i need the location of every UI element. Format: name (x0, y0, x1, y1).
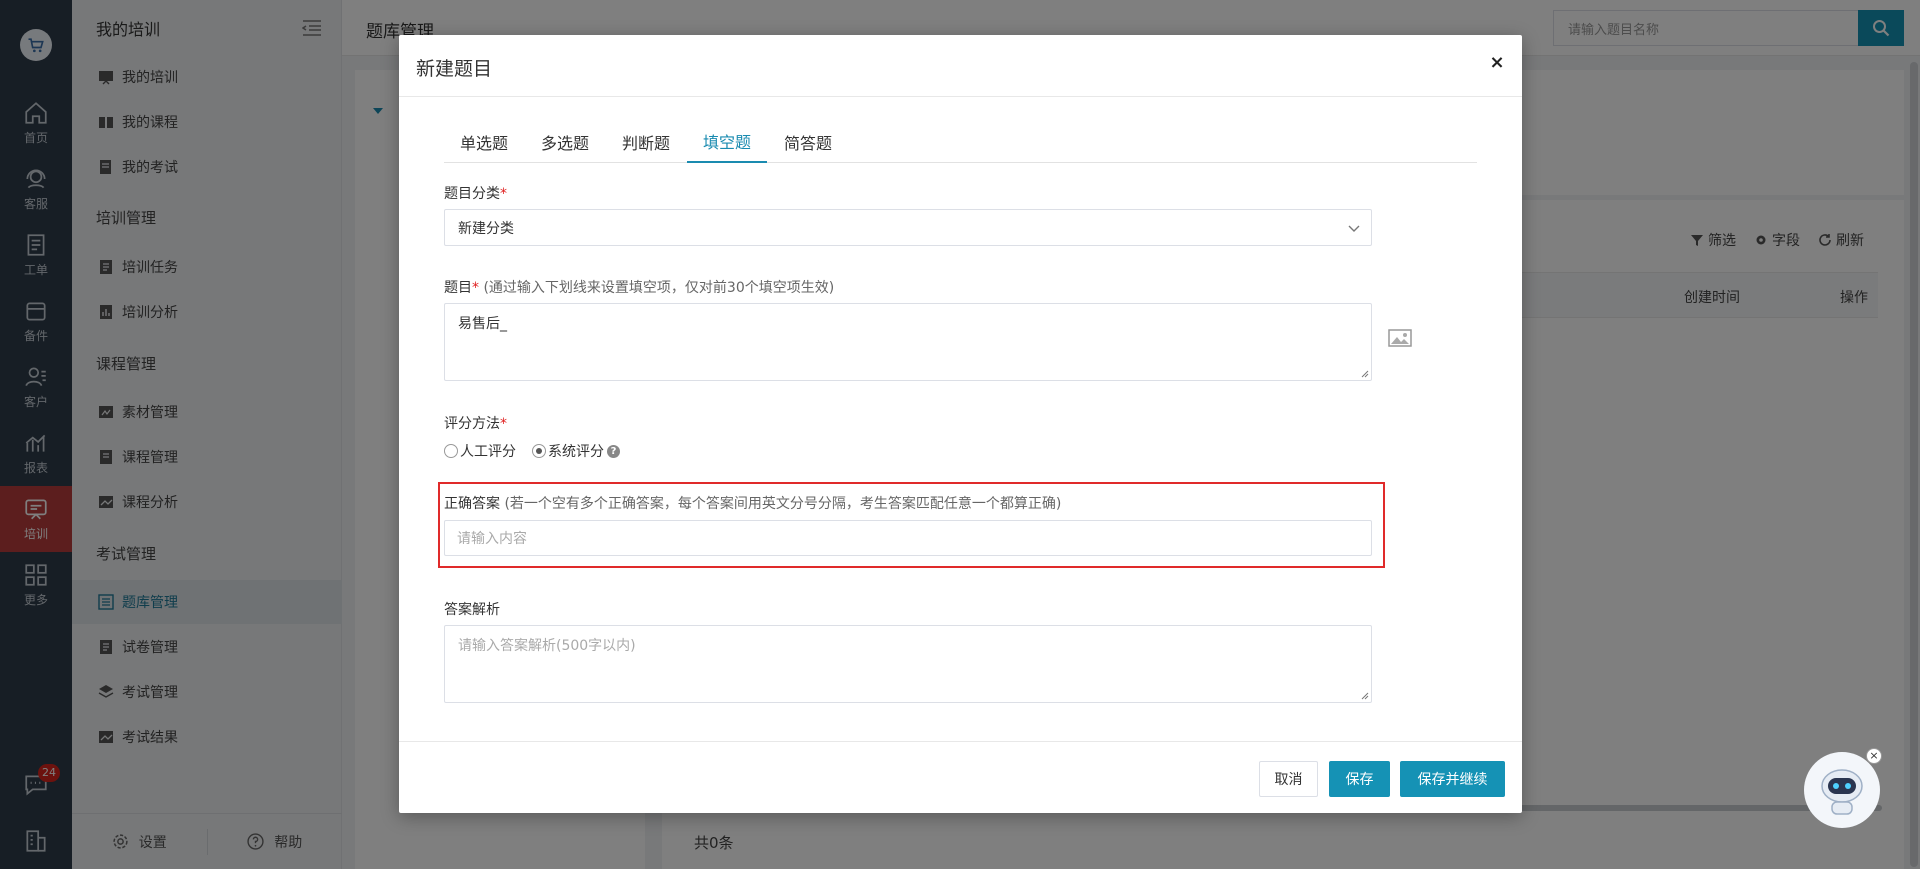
resize-grip-icon[interactable] (1359, 368, 1369, 378)
tab-short-answer[interactable]: 简答题 (768, 121, 848, 163)
radio-label: 人工评分 (460, 444, 516, 460)
required-mark: * (472, 280, 479, 296)
robot-icon (1821, 769, 1863, 815)
analysis-placeholder: 请输入答案解析(500字以内) (458, 638, 636, 654)
dialog-header: 新建题目 × (399, 35, 1522, 97)
category-value: 新建分类 (458, 220, 514, 237)
analysis-label: 答案解析 (444, 602, 500, 618)
answer-input[interactable]: 请输入内容 (444, 520, 1372, 556)
radio-circle-selected (532, 444, 546, 458)
save-button[interactable]: 保存 (1329, 761, 1390, 797)
answer-label-text: 正确答案 (444, 496, 500, 512)
scoring-label-text: 评分方法 (444, 416, 500, 432)
dialog-footer: 取消 保存 保存并继续 (399, 741, 1522, 813)
save-and-continue-button[interactable]: 保存并继续 (1400, 761, 1505, 797)
question-textarea[interactable]: 易售后_ (444, 303, 1372, 381)
category-select[interactable]: 新建分类 (444, 209, 1372, 246)
category-label-text: 题目分类 (444, 186, 500, 202)
image-upload-icon[interactable] (1388, 328, 1412, 348)
answer-label: 正确答案 (若一个空有多个正确答案，每个答案间用英文分号分隔，考生答案匹配任意一… (444, 493, 1061, 513)
question-type-tabs: 单选题 多选题 判断题 填空题 简答题 (444, 121, 1477, 163)
question-value: 易售后_ (458, 316, 507, 332)
question-label: 题目* (通过输入下划线来设置填空项，仅对前30个填空项生效) (444, 277, 834, 297)
new-question-dialog: 新建题目 × 单选题 多选题 判断题 填空题 简答题 题目分类* 新建分类 题目… (399, 35, 1522, 813)
tab-multiple-choice[interactable]: 多选题 (525, 121, 605, 163)
tab-fill-blank[interactable]: 填空题 (687, 121, 768, 163)
radio-circle (444, 444, 458, 458)
dialog-title: 新建题目 (416, 58, 493, 80)
scoring-label: 评分方法* (444, 413, 507, 433)
close-icon[interactable]: × (1486, 51, 1508, 73)
chevron-down-icon (1348, 225, 1360, 232)
assistant-robot-button[interactable] (1804, 752, 1880, 828)
radio-label: 系统评分 (548, 444, 604, 460)
required-mark: * (500, 186, 507, 202)
close-assistant-icon[interactable]: × (1866, 748, 1882, 764)
tab-true-false[interactable]: 判断题 (606, 121, 686, 163)
scoring-radio-group: 人工评分 系统评分 ? (444, 441, 636, 461)
question-hint: (通过输入下划线来设置填空项，仅对前30个填空项生效) (483, 280, 835, 296)
manual-scoring-radio[interactable]: 人工评分 (444, 441, 516, 461)
question-mark-icon[interactable]: ? (607, 444, 620, 458)
question-label-text: 题目 (444, 280, 472, 296)
analysis-textarea[interactable]: 请输入答案解析(500字以内) (444, 625, 1372, 703)
cancel-button[interactable]: 取消 (1259, 761, 1318, 797)
resize-grip-icon[interactable] (1359, 690, 1369, 700)
system-scoring-radio[interactable]: 系统评分 ? (532, 441, 620, 461)
tab-single-choice[interactable]: 单选题 (444, 121, 524, 163)
answer-hint: (若一个空有多个正确答案，每个答案间用英文分号分隔，考生答案匹配任意一个都算正确… (504, 496, 1062, 512)
category-label: 题目分类* (444, 183, 507, 203)
required-mark: * (500, 416, 507, 432)
